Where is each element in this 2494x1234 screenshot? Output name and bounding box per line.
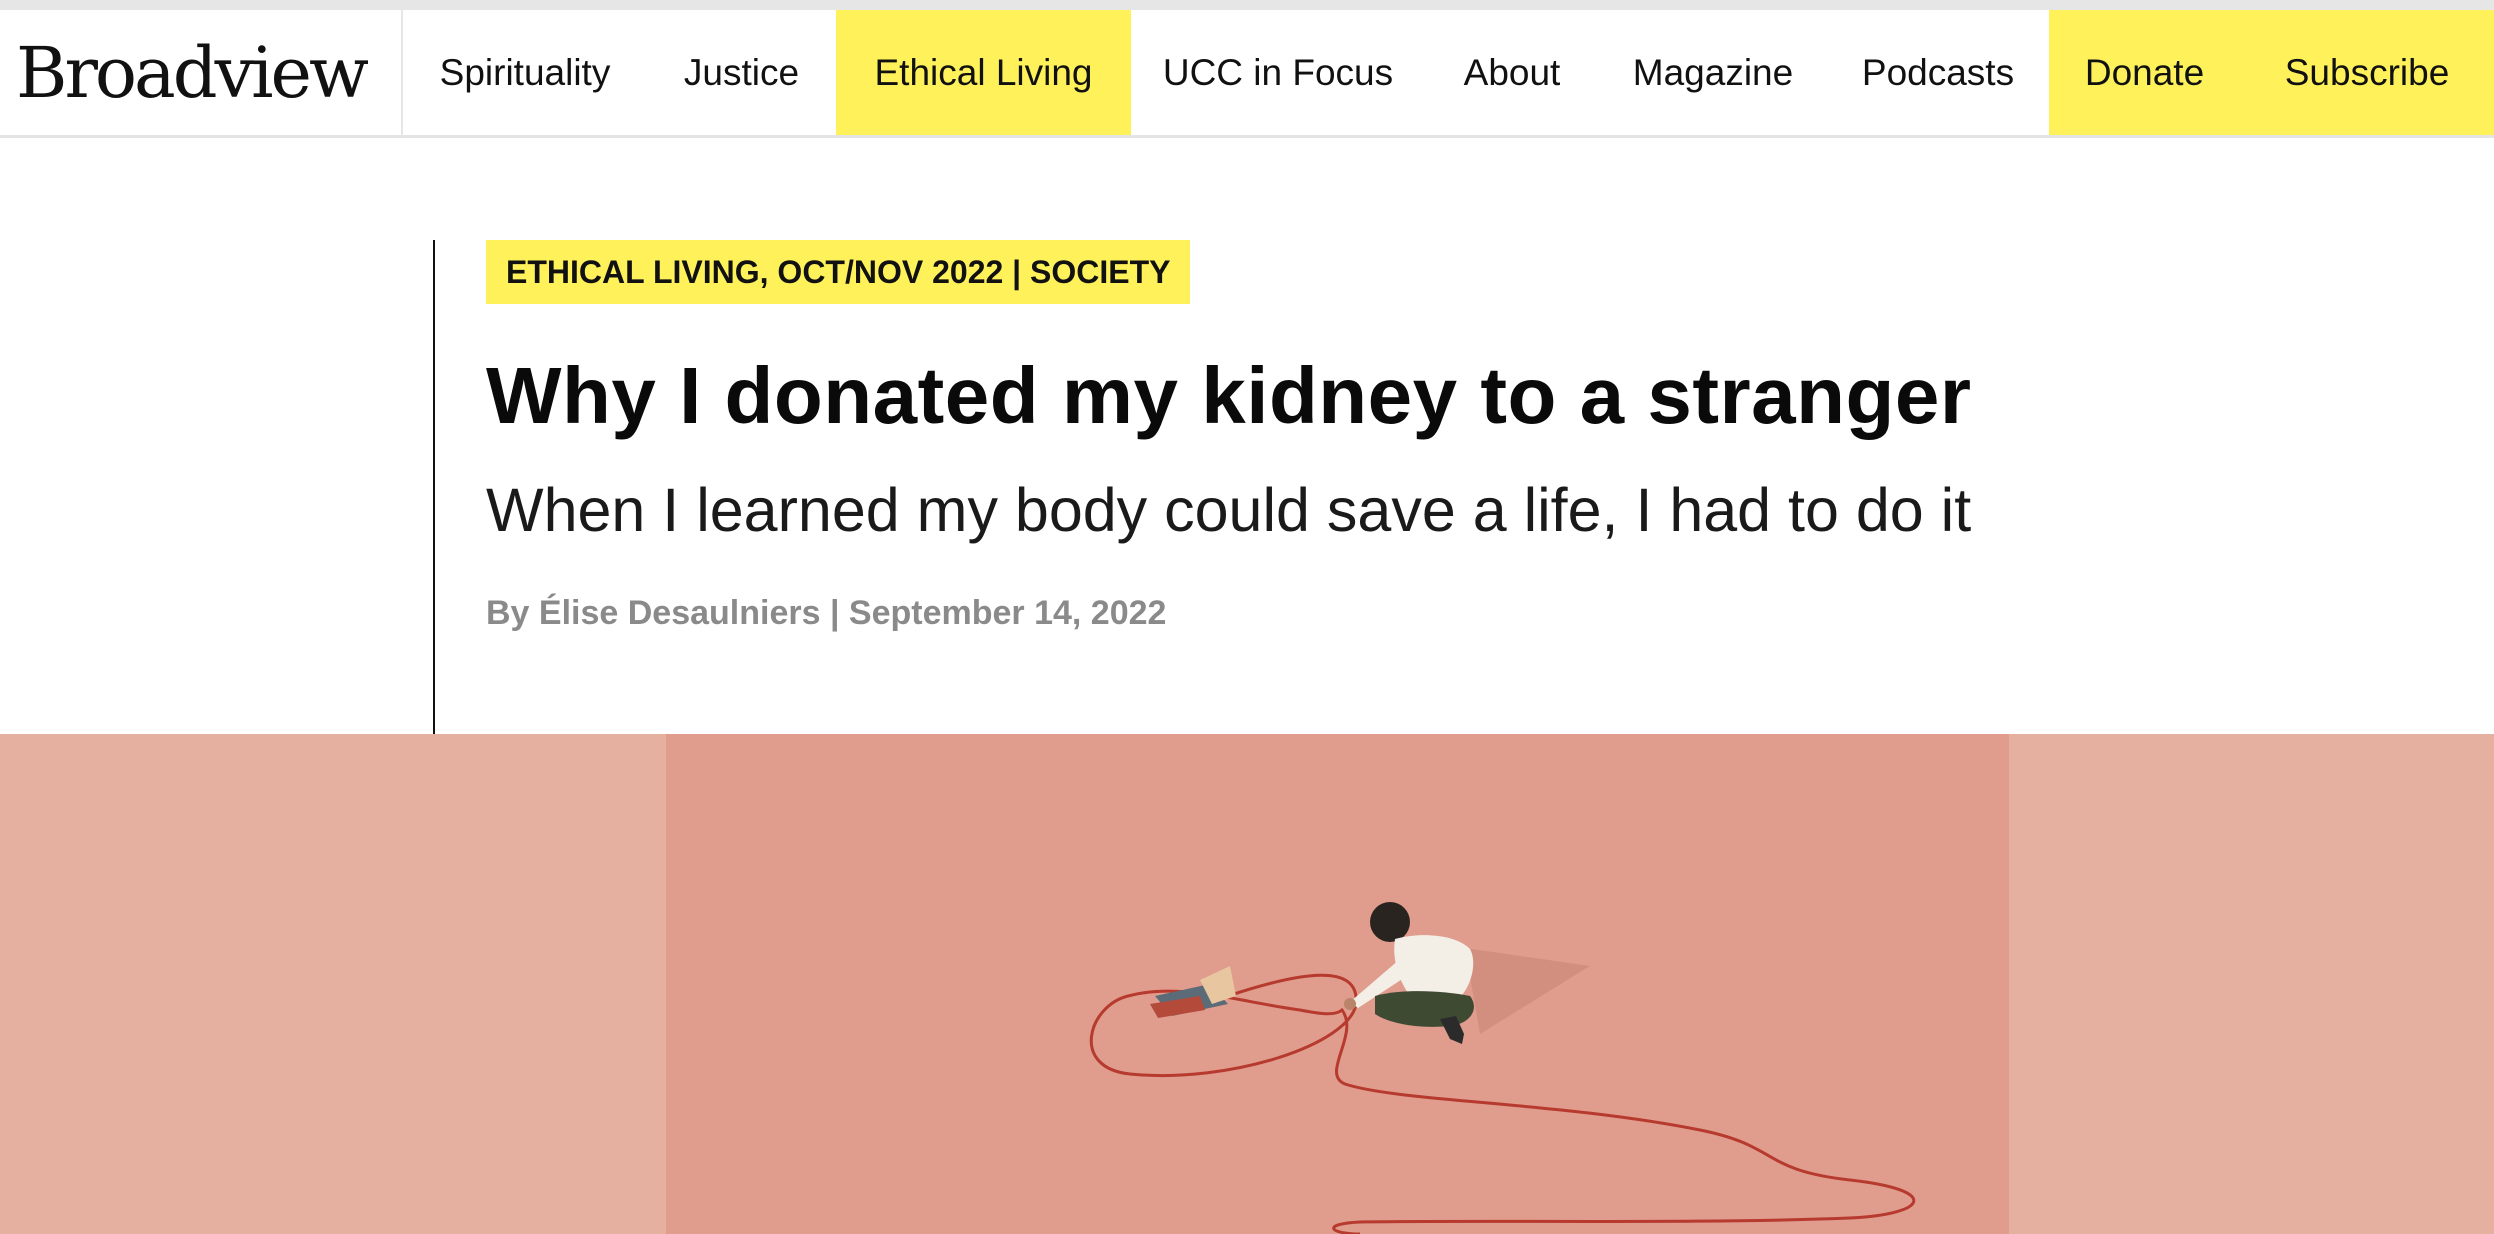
article-subtitle: When I learned my body could save a life…: [486, 476, 1972, 544]
nav-item-about[interactable]: About: [1425, 10, 1599, 135]
nav-item-justice[interactable]: Justice: [647, 10, 836, 135]
nav-item-ethical-living[interactable]: Ethical Living: [836, 10, 1131, 135]
nav-item-donate[interactable]: Donate: [2049, 10, 2240, 135]
hero-illustration: [1089, 902, 1916, 1234]
nav-item-spirituality[interactable]: Spirituality: [403, 10, 647, 135]
browser-top-edge: [0, 0, 2494, 10]
site-navbar: Broadview Spirituality Justice Ethical L…: [0, 10, 2494, 138]
nav-item-podcasts[interactable]: Podcasts: [1827, 10, 2049, 135]
nav-item-ucc-in-focus[interactable]: UCC in Focus: [1131, 10, 1425, 135]
figure-pants: [1375, 991, 1474, 1027]
hero-image: [0, 734, 2494, 1234]
figure-head: [1370, 902, 1410, 942]
figure-shadow: [1465, 948, 1590, 1034]
article-byline: By Élise Desaulniers | September 14, 202…: [486, 594, 1167, 632]
figure-shirt: [1394, 935, 1474, 999]
nav-item-magazine[interactable]: Magazine: [1599, 10, 1827, 135]
figure-hand: [1344, 998, 1356, 1010]
article-title: Why I donated my kidney to a stranger: [486, 351, 1972, 440]
article-vertical-rule: [433, 240, 435, 734]
nav-item-subscribe[interactable]: Subscribe: [2240, 10, 2494, 135]
site-logo[interactable]: Broadview: [0, 10, 403, 135]
article-category-tag[interactable]: ETHICAL LIVING, OCT/NOV 2022 | SOCIETY: [486, 240, 1191, 304]
